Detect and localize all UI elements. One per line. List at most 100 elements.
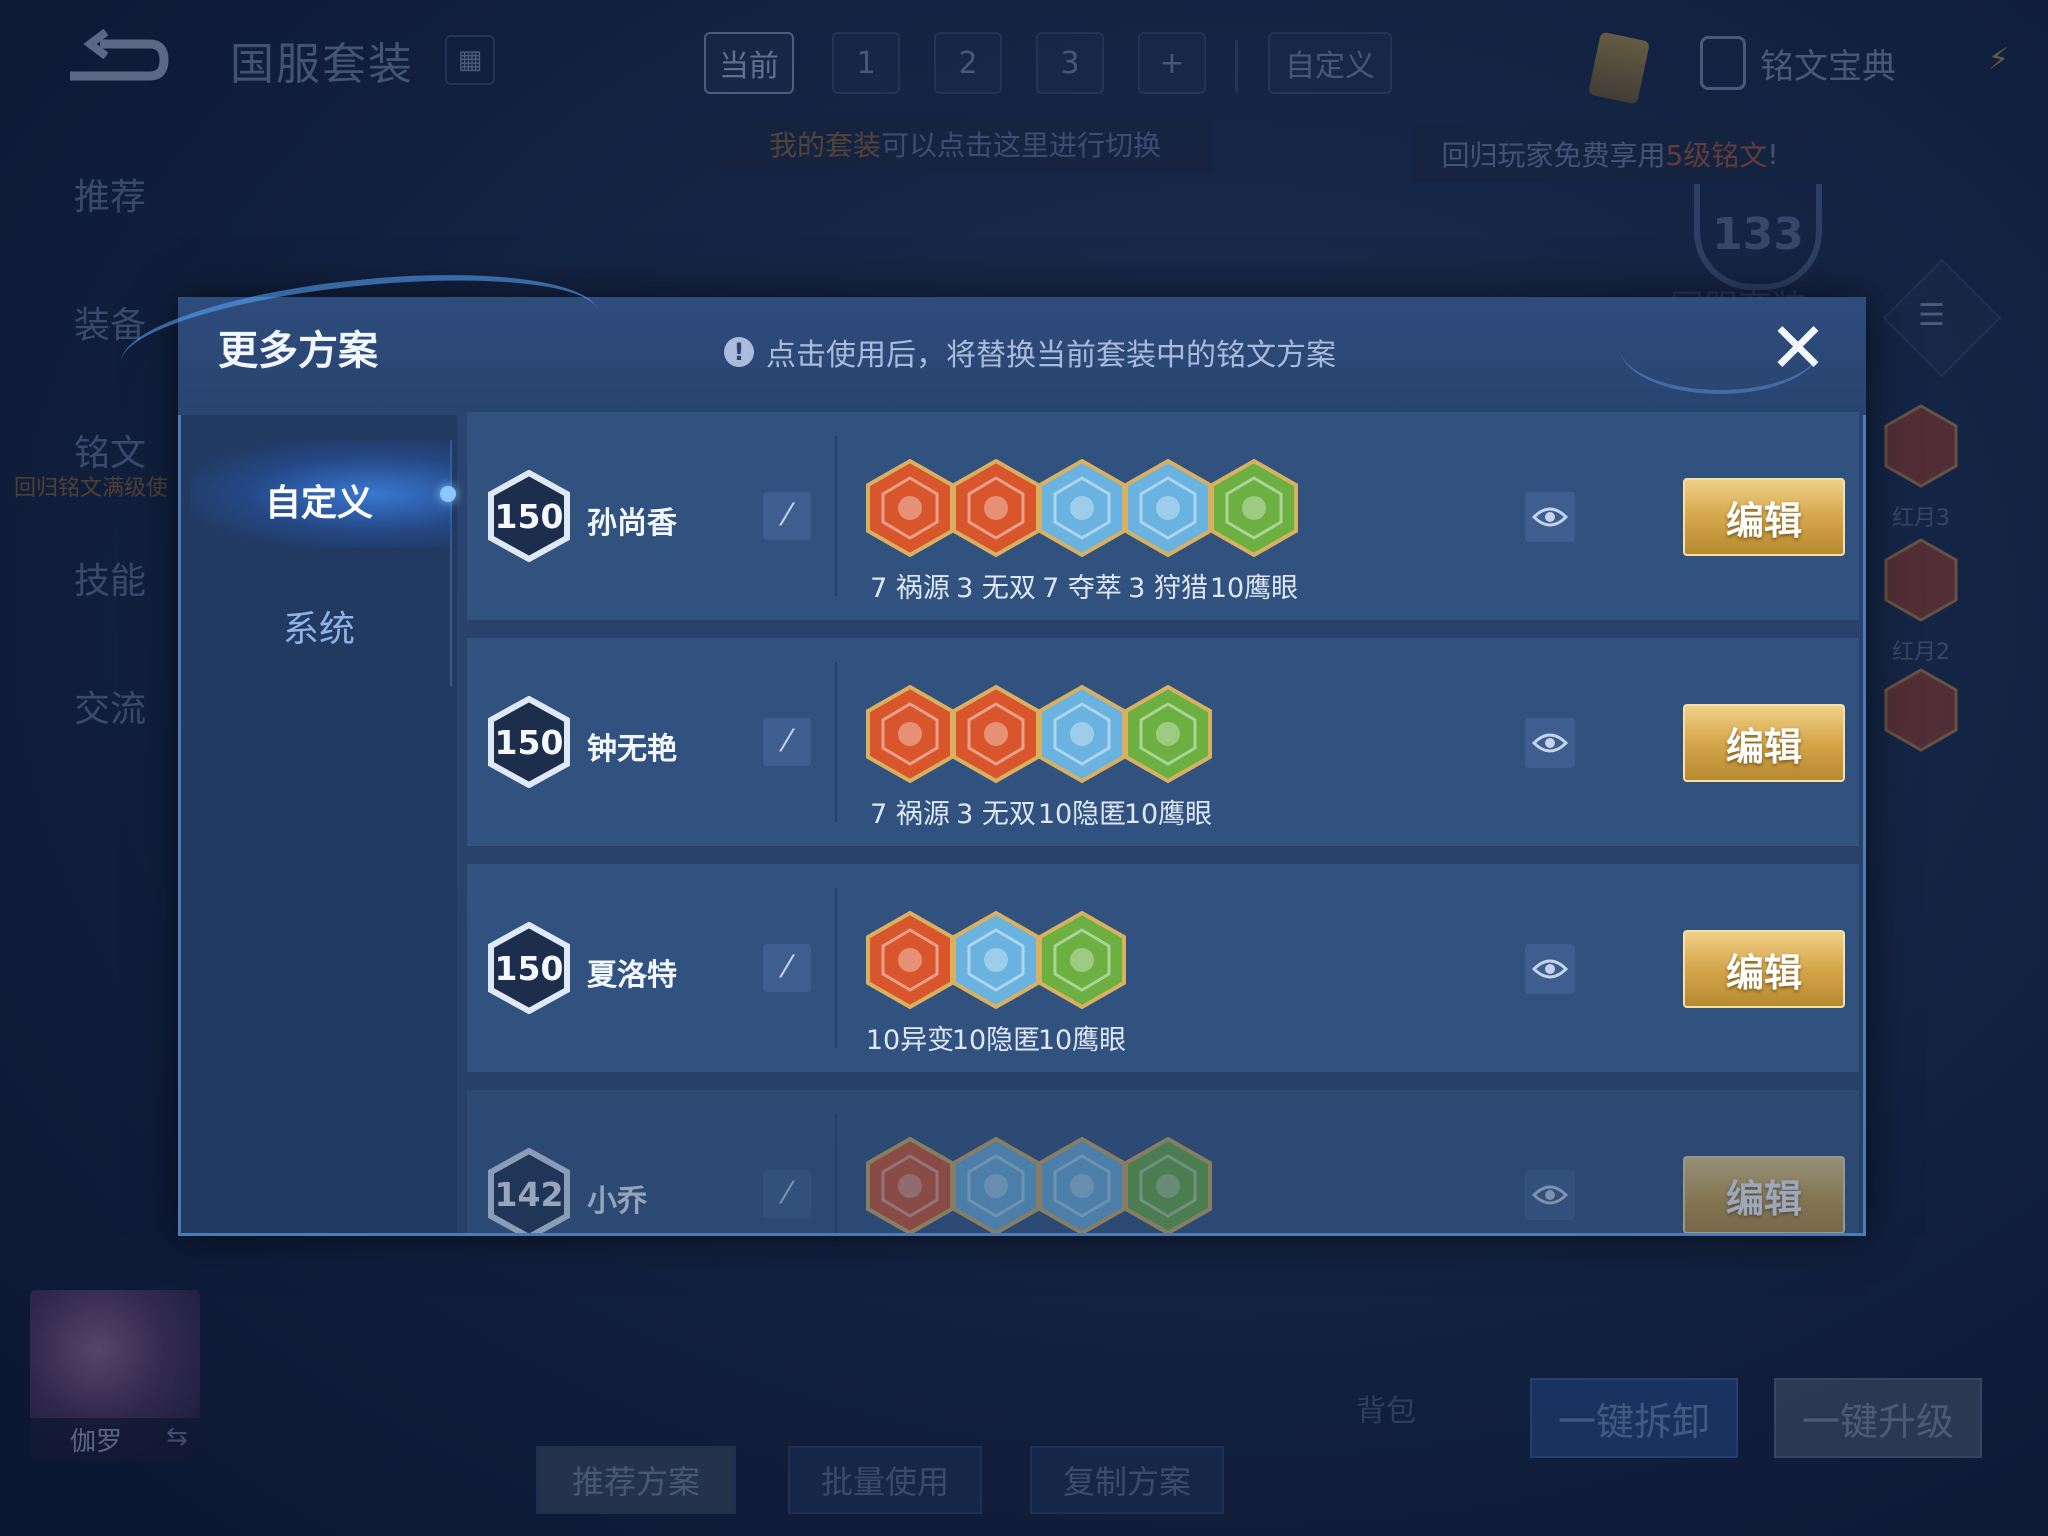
plan-row[interactable]: 150 孙尚香 ⁄ 7 祸源 3 无双 7 夺萃 3 狩猎 10鹰眼 编辑 <box>467 412 1859 620</box>
rename-icon[interactable]: ⁄ <box>763 718 811 766</box>
eye-icon[interactable] <box>1525 1170 1575 1220</box>
divider <box>1235 40 1238 92</box>
copy-plan-button[interactable]: 复制方案 <box>1030 1446 1224 1514</box>
rune-label: 10鹰眼 <box>1037 1025 1127 1056</box>
notice-text: 点击使用后，将替换当前套装中的铭文方案 <box>766 338 1336 373</box>
promo-highlight: 5级铭文 <box>1665 139 1768 172</box>
level-value: 142 <box>494 1174 564 1214</box>
level-badge: 150 <box>487 469 571 563</box>
blue-rune-icon[interactable] <box>1037 458 1127 558</box>
close-button[interactable]: ✕ <box>1764 313 1832 383</box>
menu-icon: ☰ <box>1918 298 1945 333</box>
nav-runes[interactable]: 铭文 <box>74 424 146 476</box>
codex-icon <box>1700 36 1746 90</box>
red-rune-icon[interactable] <box>865 910 955 1010</box>
red-rune-icon[interactable] <box>865 458 955 558</box>
green-rune-icon[interactable] <box>1123 684 1213 784</box>
level-value: 150 <box>494 948 564 988</box>
tab-3[interactable]: 3 <box>1036 32 1104 94</box>
recommend-plan-button[interactable]: 推荐方案 <box>536 1446 736 1514</box>
tab-1[interactable]: 1 <box>832 32 900 94</box>
signal-icon: ⚡ <box>1988 42 2010 77</box>
dialog-notice: ! 点击使用后，将替换当前套装中的铭文方案 <box>724 330 1336 374</box>
rune-level-badge: 133 <box>1694 184 1822 290</box>
nav-recommend[interactable]: 推荐 <box>74 168 146 220</box>
plan-row[interactable]: 142 小乔 ⁄ 编辑 <box>467 1090 1859 1233</box>
level-value: 150 <box>494 496 564 536</box>
rune-name: 红月3 <box>1892 506 1950 531</box>
disassemble-all-button[interactable]: 一键拆卸 <box>1530 1378 1738 1458</box>
tab-custom-plans[interactable]: 自定义 <box>181 474 457 526</box>
suit-switch-hint: 我的套装 可以点击这里进行切换 <box>718 116 1212 172</box>
blue-rune-icon[interactable] <box>1037 684 1127 784</box>
tab-system-plans[interactable]: 系统 <box>181 600 457 652</box>
hero-name: 钟无艳 <box>587 732 677 767</box>
red-rune-icon[interactable] <box>951 458 1041 558</box>
tab-custom[interactable]: 自定义 <box>1268 32 1392 94</box>
card-icon[interactable] <box>1587 31 1651 105</box>
plan-row[interactable]: 150 钟无艳 ⁄ 7 祸源 3 无双 10隐匿 10鹰眼 编辑 <box>467 638 1859 846</box>
rename-icon[interactable]: ⁄ <box>763 944 811 992</box>
level-badge: 150 <box>487 921 571 1015</box>
page-title: 国服套装 <box>230 39 414 90</box>
edit-button[interactable]: 编辑 <box>1683 704 1845 782</box>
red-rune-icon[interactable] <box>951 684 1041 784</box>
batch-use-button[interactable]: 批量使用 <box>788 1446 982 1514</box>
edit-button[interactable]: 编辑 <box>1683 478 1845 556</box>
eye-icon[interactable] <box>1525 944 1575 994</box>
hero-name: 小乔 <box>587 1184 647 1219</box>
eye-icon[interactable] <box>1525 492 1575 542</box>
codex-button[interactable]: 铭文宝典 <box>1700 36 1896 90</box>
row-divider <box>835 888 837 1048</box>
dialog-title: 更多方案 <box>218 328 378 374</box>
hero-name: 孙尚香 <box>587 506 677 541</box>
nav-runes-note: 回归铭文满级使 <box>14 476 169 501</box>
blue-rune-icon[interactable] <box>951 1136 1041 1233</box>
green-rune-icon[interactable] <box>1037 910 1127 1010</box>
red-rune-icon[interactable] <box>865 684 955 784</box>
red-rune-icon[interactable] <box>1884 404 1958 488</box>
red-rune-icon[interactable] <box>1884 668 1958 752</box>
rename-icon[interactable]: ⁄ <box>763 1170 811 1218</box>
hint-text: 可以点击这里进行切换 <box>881 129 1162 162</box>
blue-rune-icon[interactable] <box>951 910 1041 1010</box>
row-divider <box>835 1114 837 1233</box>
blue-rune-icon[interactable] <box>1037 1136 1127 1233</box>
green-rune-icon[interactable] <box>1123 1136 1213 1233</box>
plan-list[interactable]: 150 孙尚香 ⁄ 7 祸源 3 无双 7 夺萃 3 狩猎 10鹰眼 编辑 150 钟无艳 ⁄ 7 祸源… <box>467 412 1859 1233</box>
back-icon[interactable] <box>60 28 170 92</box>
rune-label: 10鹰眼 <box>1209 573 1299 604</box>
rune-label: 10鹰眼 <box>1123 799 1213 830</box>
tab-current[interactable]: 当前 <box>704 32 794 94</box>
plan-row[interactable]: 150 夏洛特 ⁄ 10异变 10隐匿 10鹰眼 编辑 <box>467 864 1859 1072</box>
hint-highlight: 我的套装 <box>768 129 881 162</box>
grid-icon[interactable]: ▦ <box>445 35 495 85</box>
edit-button[interactable]: 编辑 <box>1683 930 1845 1008</box>
upgrade-all-button[interactable]: 一键升级 <box>1774 1378 1982 1458</box>
codex-label: 铭文宝典 <box>1760 46 1896 87</box>
nav-skills[interactable]: 技能 <box>74 552 146 604</box>
rune-name: 红月2 <box>1892 640 1950 665</box>
promo-text: 回归玩家免费享用 <box>1441 139 1666 172</box>
eye-icon[interactable] <box>1525 718 1575 768</box>
row-divider <box>835 662 837 822</box>
level-badge: 142 <box>487 1147 571 1233</box>
promo-end: ! <box>1767 137 1779 171</box>
nav-community[interactable]: 交流 <box>74 680 146 732</box>
blue-rune-icon[interactable] <box>1123 458 1213 558</box>
tab-2[interactable]: 2 <box>934 32 1002 94</box>
rename-icon[interactable]: ⁄ <box>763 492 811 540</box>
hero-name: 夏洛特 <box>587 958 677 993</box>
promo-banner: 回归玩家免费享用 5级铭文! <box>1412 126 1808 182</box>
bag-button[interactable]: 背包 <box>1356 1386 1416 1430</box>
info-icon: ! <box>724 337 754 367</box>
tab-add[interactable]: + <box>1138 32 1206 94</box>
level-badge: 150 <box>487 695 571 789</box>
red-rune-icon[interactable] <box>865 1136 955 1233</box>
swap-icon[interactable]: ⇆ <box>166 1422 188 1452</box>
level-value: 150 <box>494 722 564 762</box>
green-rune-icon[interactable] <box>1209 458 1299 558</box>
edit-button[interactable]: 编辑 <box>1683 1156 1845 1233</box>
row-divider <box>835 436 837 596</box>
red-rune-icon[interactable] <box>1884 538 1958 622</box>
